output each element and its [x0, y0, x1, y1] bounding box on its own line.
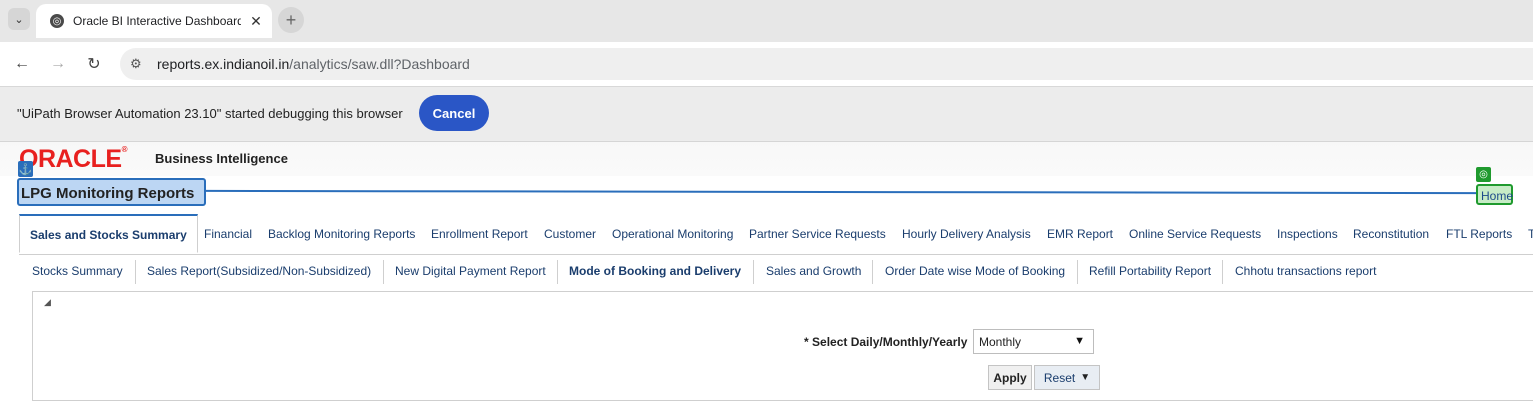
tab-sales-and-stocks-summary[interactable]: Sales and Stocks Summary [19, 214, 198, 253]
cancel-button[interactable]: Cancel [419, 95, 489, 131]
tab-customer[interactable]: Customer [544, 227, 596, 241]
period-select-value: Monthly [979, 335, 1022, 349]
tab-enrollment-report[interactable]: Enrollment Report [431, 227, 528, 241]
selector-connector-line [205, 189, 1477, 195]
target-icon: ◎ [1476, 167, 1491, 182]
url-path: /analytics/saw.dll?Dashboard [289, 56, 470, 72]
required-marker: * [804, 335, 809, 349]
home-link[interactable]: Home [1481, 189, 1513, 203]
browser-tab-strip: ⌄ ◎ Oracle BI Interactive Dashboards ✕ + [0, 0, 1533, 42]
tab-search-icon[interactable]: ⌄ [8, 8, 30, 30]
dashboard-sub-tabs: Stocks Summary Sales Report(Subsidized/N… [19, 256, 1533, 284]
tab-truncated[interactable]: T [1528, 227, 1533, 241]
close-icon[interactable]: ✕ [247, 13, 265, 30]
browser-tab[interactable]: ◎ Oracle BI Interactive Dashboards ✕ [36, 4, 272, 38]
tab-ftl-reports[interactable]: FTL Reports [1446, 227, 1512, 241]
reset-label: Reset [1043, 370, 1076, 385]
subtab-divider [383, 260, 384, 284]
prompt-label-text: Select Daily/Monthly/Yearly [812, 335, 968, 349]
page-title-box: LPG Monitoring Reports [17, 178, 206, 206]
back-arrow-icon[interactable]: ← [10, 52, 34, 76]
dropdown-arrow-icon: ▼ [1080, 372, 1091, 383]
url-host: reports.ex.indianoil.in [157, 56, 290, 72]
subtab-sales-report[interactable]: Sales Report(Subsidized/Non-Subsidized) [147, 264, 371, 278]
tab-title: Oracle BI Interactive Dashboards [73, 14, 241, 28]
tab-backlog-monitoring-reports[interactable]: Backlog Monitoring Reports [268, 227, 415, 241]
subtab-sales-and-growth[interactable]: Sales and Growth [766, 264, 861, 278]
subtab-order-date-wise-mode-of-booking[interactable]: Order Date wise Mode of Booking [885, 264, 1065, 278]
reload-icon[interactable]: ↻ [82, 52, 106, 76]
prompt-label: * Select Daily/Monthly/Yearly [804, 335, 967, 349]
debugging-infobar: "UiPath Browser Automation 23.10" starte… [0, 87, 1533, 142]
infobar-message: "UiPath Browser Automation 23.10" starte… [17, 106, 403, 121]
address-bar[interactable]: ⚙ reports.ex.indianoil.in/analytics/saw.… [120, 48, 1533, 80]
reset-button[interactable]: Reset ▼ [1034, 365, 1100, 390]
page-title: LPG Monitoring Reports [21, 185, 195, 202]
site-info-icon[interactable]: ⚙ [130, 56, 142, 72]
oracle-logo: ORACLE® [19, 145, 128, 173]
product-name: Business Intelligence [155, 151, 288, 166]
tab-financial[interactable]: Financial [204, 227, 252, 241]
tab-hourly-delivery-analysis[interactable]: Hourly Delivery Analysis [902, 227, 1031, 241]
subtab-refill-portability-report[interactable]: Refill Portability Report [1089, 264, 1211, 278]
home-link-box[interactable]: Home [1476, 184, 1513, 205]
tab-inspections[interactable]: Inspections [1277, 227, 1338, 241]
collapse-triangle-icon[interactable]: ◢ [44, 297, 51, 308]
forward-arrow-icon[interactable]: → [46, 52, 70, 76]
anchor-icon: ⚓ [18, 161, 33, 177]
dashboard-page-tabs: Sales and Stocks Summary Financial Backl… [19, 214, 1533, 255]
prompt-panel: ◢ * Select Daily/Monthly/Yearly Monthly … [32, 291, 1533, 401]
tab-online-service-requests[interactable]: Online Service Requests [1129, 227, 1261, 241]
tab-partner-service-requests[interactable]: Partner Service Requests [749, 227, 886, 241]
subtab-stocks-summary[interactable]: Stocks Summary [32, 264, 123, 278]
period-select[interactable]: Monthly ▼ [973, 329, 1094, 354]
obi-dashboard: ORACLE® Business Intelligence ⚓ LPG Moni… [0, 142, 1533, 407]
obi-header: ORACLE® Business Intelligence [0, 142, 1533, 176]
subtab-divider [872, 260, 873, 284]
globe-icon: ◎ [50, 14, 64, 28]
subtab-mode-of-booking-and-delivery[interactable]: Mode of Booking and Delivery [569, 264, 741, 278]
tab-reconstitution[interactable]: Reconstitution [1353, 227, 1429, 241]
subtab-divider [753, 260, 754, 284]
subtab-divider [1222, 260, 1223, 284]
subtab-divider [135, 260, 136, 284]
apply-button[interactable]: Apply [988, 365, 1032, 390]
url-text: reports.ex.indianoil.in/analytics/saw.dl… [157, 56, 470, 72]
dropdown-arrow-icon[interactable]: ▼ [1074, 335, 1085, 347]
tab-operational-monitoring[interactable]: Operational Monitoring [612, 227, 733, 241]
subtab-chhotu-transactions-report[interactable]: Chhotu transactions report [1235, 264, 1376, 278]
subtab-new-digital-payment-report[interactable]: New Digital Payment Report [395, 264, 546, 278]
new-tab-button[interactable]: + [278, 7, 304, 33]
subtab-divider [557, 260, 558, 284]
tab-emr-report[interactable]: EMR Report [1047, 227, 1113, 241]
browser-toolbar: ← → ↻ ⚙ reports.ex.indianoil.in/analytic… [0, 42, 1533, 87]
subtab-divider [1077, 260, 1078, 284]
